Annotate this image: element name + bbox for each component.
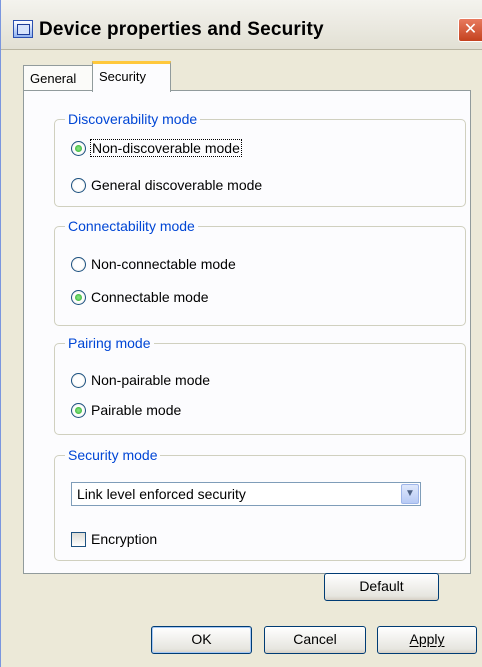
security-group: Security mode Link level enforced securi… <box>54 446 466 561</box>
radio-general-discoverable[interactable]: General discoverable mode <box>71 175 262 195</box>
radio-label: Non-discoverable mode <box>90 139 242 157</box>
discoverability-group: Discoverability mode Non-discoverable mo… <box>54 110 466 207</box>
ok-button[interactable]: OK <box>151 626 252 654</box>
security-mode-dropdown[interactable]: Link level enforced security ▼ <box>71 482 421 506</box>
radio-button[interactable] <box>71 372 86 388</box>
connectability-group: Connectability mode Non-connectable mode… <box>54 217 466 326</box>
radio-button-checked[interactable] <box>71 140 86 156</box>
radio-non-discoverable[interactable]: Non-discoverable mode <box>71 138 242 158</box>
radio-label: Non-connectable mode <box>91 256 236 272</box>
title-bar: Device properties and Security ✕ <box>1 0 482 50</box>
radio-label: General discoverable mode <box>91 177 263 193</box>
radio-label: Pairable mode <box>91 402 182 418</box>
radio-label: Connectable mode <box>91 289 209 305</box>
radio-non-connectable[interactable]: Non-connectable mode <box>71 254 236 274</box>
default-button[interactable]: Default <box>324 573 439 601</box>
window-icon <box>13 20 33 38</box>
radio-connectable[interactable]: Connectable mode <box>71 287 209 307</box>
radio-pairable[interactable]: Pairable mode <box>71 400 181 420</box>
discoverability-group-label: Discoverability mode <box>65 110 201 128</box>
apply-button[interactable]: Apply <box>377 626 477 654</box>
radio-button[interactable] <box>71 256 86 272</box>
security-group-label: Security mode <box>65 446 161 464</box>
dialog-window: Device properties and Security ✕ General… <box>0 0 482 667</box>
tab-general[interactable]: General <box>23 65 94 91</box>
close-button[interactable]: ✕ <box>458 18 482 42</box>
pairing-group-label: Pairing mode <box>65 334 154 352</box>
chevron-down-icon[interactable]: ▼ <box>401 484 419 504</box>
security-mode-value: Link level enforced security <box>77 486 246 502</box>
encryption-label: Encryption <box>91 531 158 547</box>
radio-button-checked[interactable] <box>71 402 86 418</box>
radio-non-pairable[interactable]: Non-pairable mode <box>71 370 210 390</box>
radio-button-checked[interactable] <box>71 289 86 305</box>
encryption-option[interactable]: Encryption <box>71 529 157 549</box>
security-tab-panel: Discoverability mode Non-discoverable mo… <box>23 90 471 574</box>
radio-label: Non-pairable mode <box>91 372 211 388</box>
connectability-group-label: Connectability mode <box>65 217 198 235</box>
pairing-group: Pairing mode Non-pairable mode Pairable … <box>54 334 466 435</box>
window-title: Device properties and Security <box>39 19 324 40</box>
encryption-checkbox[interactable] <box>71 531 86 547</box>
radio-button[interactable] <box>71 177 86 193</box>
cancel-button[interactable]: Cancel <box>264 626 366 654</box>
tab-security[interactable]: Security <box>92 61 171 92</box>
